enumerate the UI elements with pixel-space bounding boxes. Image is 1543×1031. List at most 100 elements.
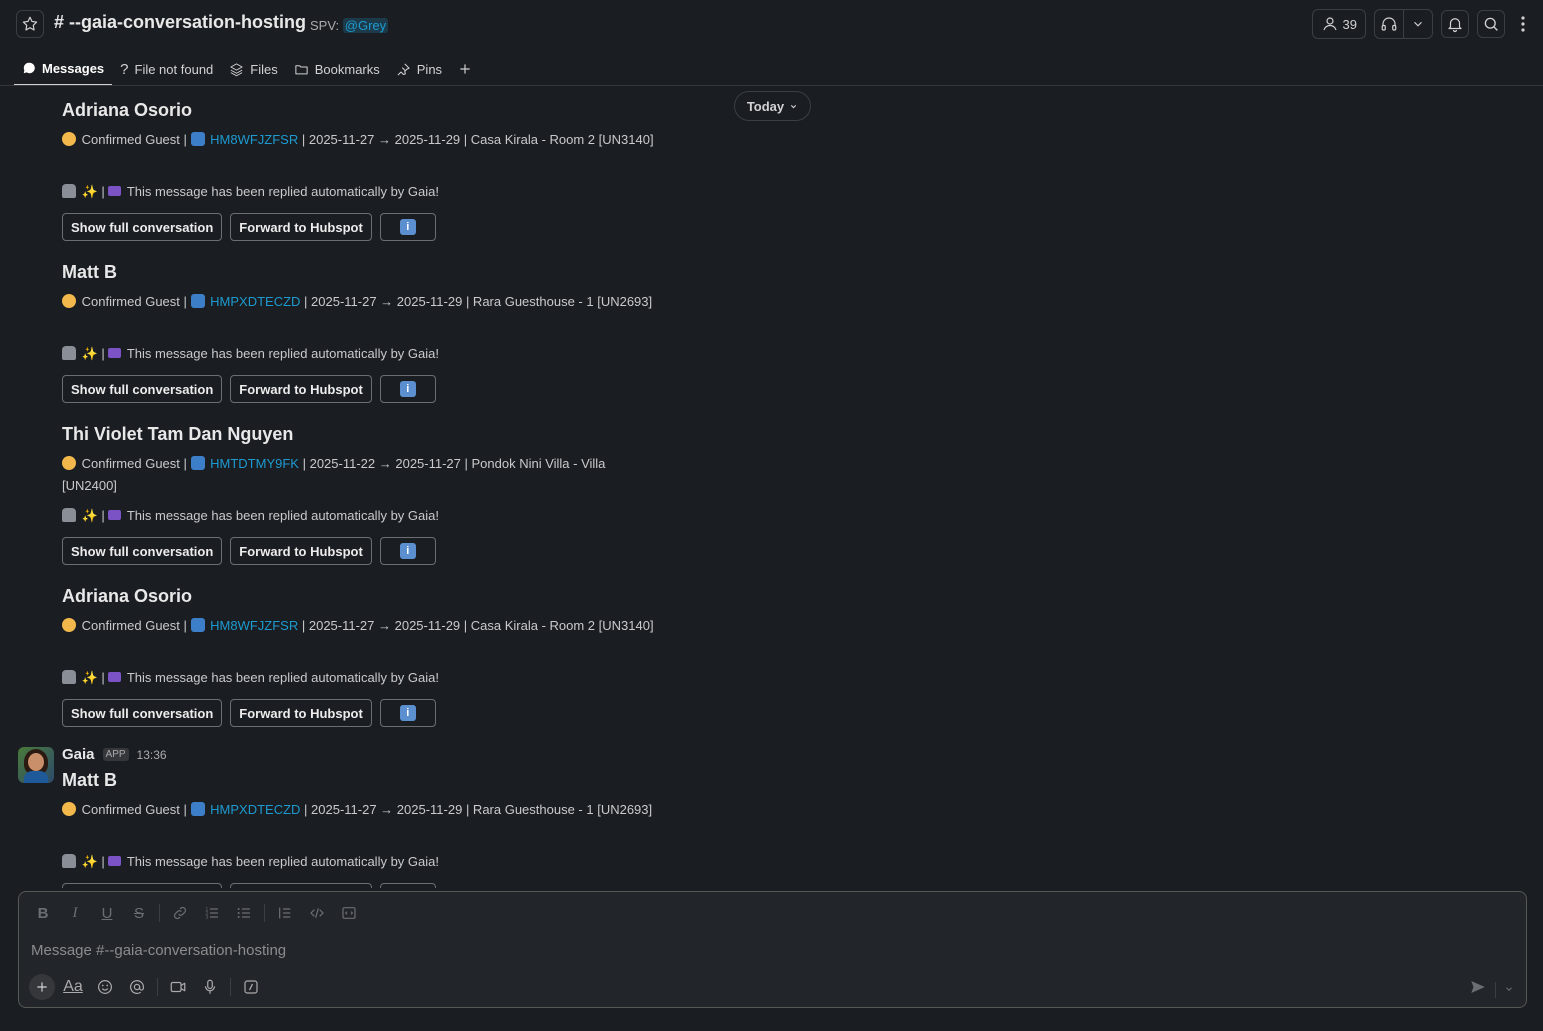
- italic-button[interactable]: I: [61, 902, 89, 924]
- pin-icon: [397, 63, 410, 75]
- svg-text:3: 3: [205, 914, 208, 920]
- show-full-conversation-button[interactable]: Show full conversation: [62, 537, 223, 565]
- action-buttons: Show full conversation Forward to Hubspo…: [62, 375, 682, 403]
- strikethrough-button[interactable]: S: [125, 902, 153, 924]
- more-options-button[interactable]: [1513, 10, 1533, 38]
- woman-emoji-icon: [62, 670, 76, 684]
- forward-to-hubspot-button[interactable]: Forward to Hubspot: [230, 537, 372, 565]
- mention-button[interactable]: [123, 974, 151, 1000]
- info-button[interactable]: i: [379, 537, 436, 565]
- show-full-conversation-button[interactable]: Show full conversation: [62, 699, 223, 727]
- id-emoji-icon: [190, 618, 205, 632]
- underline-button[interactable]: U: [93, 902, 121, 924]
- plus-icon: [37, 982, 47, 992]
- formatting-toolbar: B I U S 123: [29, 902, 363, 924]
- info-icon: i: [399, 219, 416, 235]
- booking-details: | 2025-11-27 → 2025-11-29 | Rara Guestho…: [304, 294, 653, 309]
- forward-to-hubspot-button[interactable]: Forward to Hubspot: [230, 213, 372, 241]
- chevron-down-icon: [1506, 986, 1512, 991]
- members-button[interactable]: 39: [1311, 9, 1366, 39]
- tab-pins[interactable]: Pins: [388, 52, 450, 86]
- bullet-list-button[interactable]: [230, 902, 258, 924]
- forward-to-hubspot-button[interactable]: Forward to Hubspot: [230, 883, 372, 888]
- code-block-button[interactable]: [335, 902, 363, 924]
- forward-to-hubspot-button[interactable]: Forward to Hubspot: [230, 375, 372, 403]
- channel-tabs: Messages ? File not found Files Bookmark…: [14, 52, 480, 86]
- booking-details: | 2025-11-27 → 2025-11-29 | Rara Guestho…: [304, 802, 653, 817]
- paper-plane-icon: [108, 856, 122, 866]
- info-button[interactable]: i: [379, 883, 436, 888]
- bold-button[interactable]: B: [29, 902, 57, 924]
- show-full-conversation-button[interactable]: Show full conversation: [62, 213, 223, 241]
- channel-title[interactable]: # --gaia-conversation-hosting: [54, 12, 306, 33]
- blockquote-button[interactable]: [271, 902, 299, 924]
- spv-mention[interactable]: @Grey: [342, 18, 389, 33]
- tab-file-not-found[interactable]: ? File not found: [112, 52, 221, 86]
- guest-status: Confirmed Guest |: [81, 294, 187, 309]
- add-tab-button[interactable]: [450, 52, 480, 86]
- woman-emoji-icon: [62, 184, 76, 198]
- sparkles-icon: ✨: [81, 346, 98, 361]
- date-divider-button[interactable]: Today: [734, 91, 811, 121]
- star-channel-button[interactable]: [16, 10, 44, 38]
- header-actions: 39: [1311, 9, 1533, 39]
- sparkles-icon: ✨: [81, 670, 98, 685]
- guest-emoji-icon: [62, 132, 76, 146]
- tab-files[interactable]: Files: [221, 52, 285, 86]
- attach-button[interactable]: [29, 974, 55, 1000]
- auto-reply-text: This message has been replied automatica…: [126, 854, 439, 869]
- forward-to-hubspot-button[interactable]: Forward to Hubspot: [230, 699, 372, 727]
- reservation-link[interactable]: HM8WFJZFSR: [210, 132, 298, 147]
- info-button[interactable]: i: [379, 213, 436, 241]
- shortcuts-button[interactable]: [237, 974, 265, 1000]
- video-clip-button[interactable]: [164, 974, 192, 1000]
- booking-line: Confirmed Guest | HMTDTMY9FK | 2025-11-2…: [62, 453, 622, 497]
- schedule-send-button[interactable]: [1504, 981, 1514, 999]
- send-icon: [1471, 981, 1485, 993]
- guest-name: Thi Violet Tam Dan Nguyen: [62, 424, 294, 444]
- guest-name: Adriana Osorio: [62, 100, 193, 120]
- paper-plane-icon: [108, 186, 122, 196]
- avatar[interactable]: [18, 747, 54, 783]
- send-button[interactable]: [1469, 978, 1487, 1001]
- bullet-list-icon: [237, 908, 250, 918]
- huddle-options-button[interactable]: [1404, 10, 1432, 38]
- info-button[interactable]: i: [379, 375, 436, 403]
- reservation-link[interactable]: HMTDTMY9FK: [210, 456, 299, 471]
- guest-status: Confirmed Guest |: [81, 802, 187, 817]
- reservation-link[interactable]: HMPXDTECZD: [210, 802, 300, 817]
- slash-command-icon: [244, 980, 258, 994]
- code-icon: [310, 908, 324, 918]
- guest-emoji-icon: [62, 456, 76, 470]
- code-button[interactable]: [303, 902, 331, 924]
- woman-emoji-icon: [62, 854, 76, 868]
- show-full-conversation-button[interactable]: Show full conversation: [62, 883, 223, 888]
- tab-label: Bookmarks: [314, 61, 380, 77]
- tab-bookmarks[interactable]: Bookmarks: [286, 52, 388, 86]
- star-icon: [22, 16, 38, 31]
- auto-reply-line: ✨ | This message has been replied automa…: [62, 505, 682, 527]
- info-button[interactable]: i: [379, 699, 436, 727]
- ordered-list-button[interactable]: 123: [198, 902, 226, 924]
- microphone-icon: [204, 979, 216, 994]
- notifications-button[interactable]: [1441, 10, 1469, 38]
- text-format-button[interactable]: Aa: [59, 974, 87, 1000]
- reservation-link[interactable]: HM8WFJZFSR: [210, 618, 298, 633]
- message-icon: [23, 62, 35, 74]
- auto-reply-line: ✨ | This message has been replied automa…: [62, 667, 682, 689]
- reservation-link[interactable]: HMPXDTECZD: [210, 294, 300, 309]
- link-button[interactable]: [166, 902, 194, 924]
- huddle-button[interactable]: [1375, 10, 1403, 38]
- message-time[interactable]: 13:36: [137, 748, 167, 762]
- auto-reply-text: This message has been replied automatica…: [126, 508, 439, 523]
- search-icon: [1484, 17, 1498, 31]
- tab-messages[interactable]: Messages: [14, 52, 113, 86]
- sender-name[interactable]: Gaia: [62, 746, 95, 763]
- search-button[interactable]: [1477, 10, 1505, 38]
- message-input[interactable]: [31, 938, 1431, 962]
- audio-clip-button[interactable]: [196, 974, 224, 1000]
- italic-icon: I: [72, 904, 78, 921]
- emoji-button[interactable]: [91, 974, 119, 1000]
- show-full-conversation-button[interactable]: Show full conversation: [62, 375, 223, 403]
- booking-line: Confirmed Guest | HM8WFJZFSR | 2025-11-2…: [62, 129, 682, 151]
